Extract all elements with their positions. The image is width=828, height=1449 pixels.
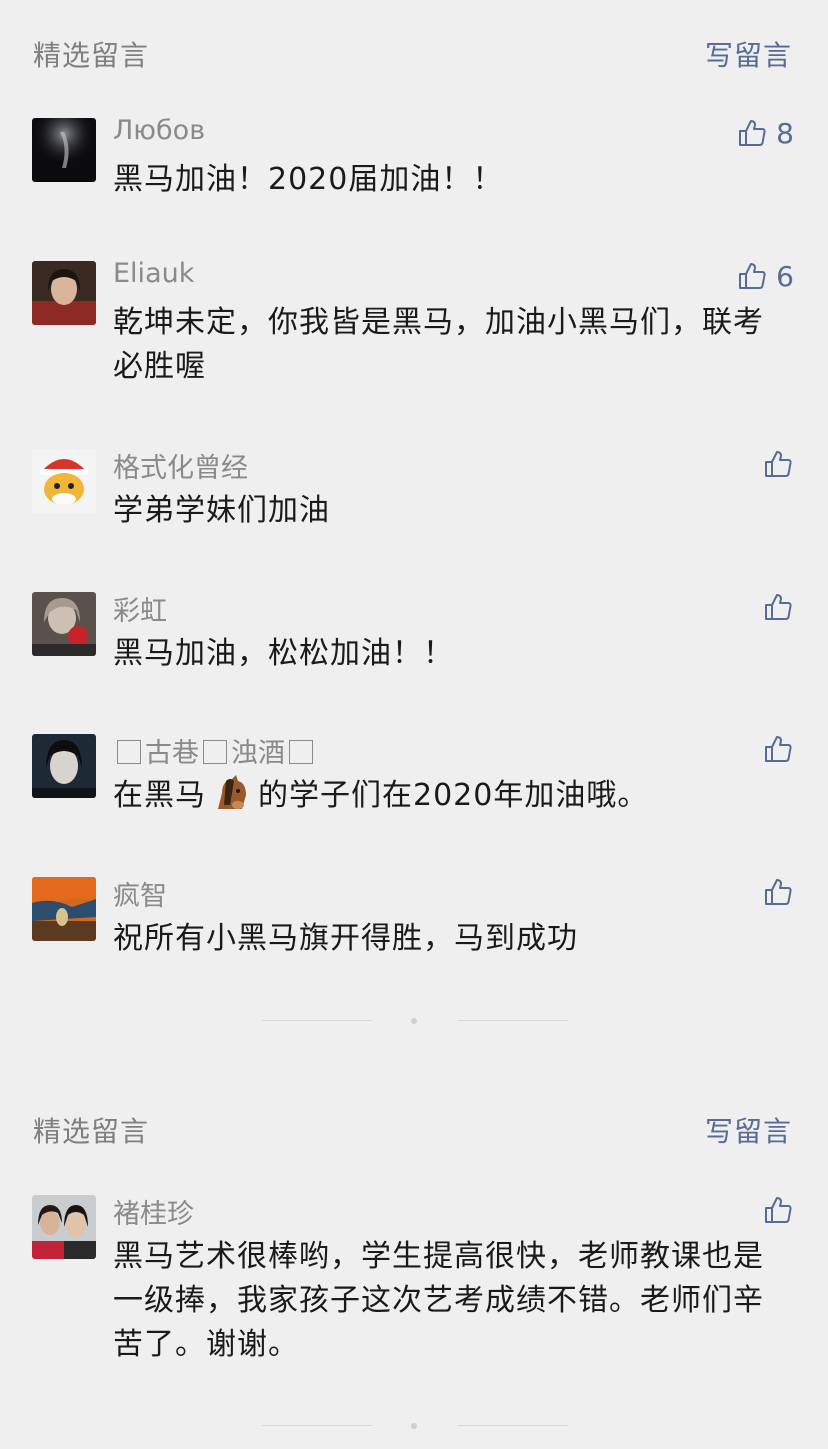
- like-button[interactable]: [762, 590, 794, 624]
- thumbs-up-icon: [765, 1197, 792, 1223]
- comment-nickname[interactable]: 格式化曾经: [113, 446, 248, 485]
- like-button[interactable]: 8: [736, 116, 794, 150]
- comment-text: 乾坤未定，你我皆是黑马，加油小黑马们，联考必胜喔: [113, 305, 764, 384]
- section-header-1: 精选留言 写留言: [0, 20, 828, 80]
- horse-face-icon: [212, 775, 252, 824]
- comment-nickname[interactable]: 疯智: [113, 874, 167, 913]
- thumbs-up-icon: [765, 736, 792, 762]
- avatar[interactable]: [32, 449, 96, 513]
- like-button[interactable]: [762, 1193, 794, 1227]
- thumbs-up-icon: [765, 879, 792, 905]
- comment-nickname[interactable]: 褚桂珍: [113, 1192, 194, 1231]
- comment-text: 学弟学妹们加油: [113, 493, 330, 528]
- like-button[interactable]: 6: [736, 259, 794, 293]
- comment-text: 黑马加油！2020届加油！！: [113, 162, 504, 197]
- section-header-2: 精选留言 写留言: [0, 1096, 828, 1156]
- section-title: 精选留言: [33, 39, 150, 72]
- avatar[interactable]: [32, 118, 96, 182]
- avatar[interactable]: [32, 877, 96, 941]
- avatar[interactable]: [32, 592, 96, 656]
- avatar[interactable]: [32, 261, 96, 325]
- list-end-divider: [0, 1016, 828, 1026]
- thumbs-up-icon: [765, 594, 792, 620]
- list-end-divider: [0, 1421, 828, 1431]
- like-button[interactable]: [762, 732, 794, 766]
- thumbs-up-icon: [739, 120, 766, 146]
- avatar[interactable]: [32, 1195, 96, 1259]
- comment-text: 黑马加油，松松加油！！: [113, 636, 454, 671]
- like-count: 6: [776, 259, 794, 293]
- comment-text: 在黑马 的学子们在2020年加油哦。: [113, 774, 793, 824]
- section-title: 精选留言: [33, 1115, 150, 1148]
- write-comment-link[interactable]: 写留言: [705, 34, 792, 74]
- comment-nickname[interactable]: 古巷 浊酒: [113, 731, 317, 770]
- avatar[interactable]: [32, 734, 96, 798]
- comment-nickname[interactable]: 彩虹: [113, 589, 167, 628]
- comment-nickname[interactable]: Любов: [113, 115, 205, 146]
- like-button[interactable]: [762, 447, 794, 481]
- comment-text: 祝所有小黑马旗开得胜，马到成功: [113, 921, 578, 956]
- thumbs-up-icon: [739, 263, 766, 289]
- like-button[interactable]: [762, 875, 794, 909]
- comment-nickname[interactable]: Eliauk: [113, 258, 194, 289]
- comment-text: 黑马艺术很棒哟，学生提高很快，老师教课也是一级捧，我家孩子这次艺考成绩不错。老师…: [113, 1239, 764, 1362]
- like-count: 8: [776, 116, 794, 150]
- thumbs-up-icon: [765, 451, 792, 477]
- write-comment-link[interactable]: 写留言: [705, 1110, 792, 1150]
